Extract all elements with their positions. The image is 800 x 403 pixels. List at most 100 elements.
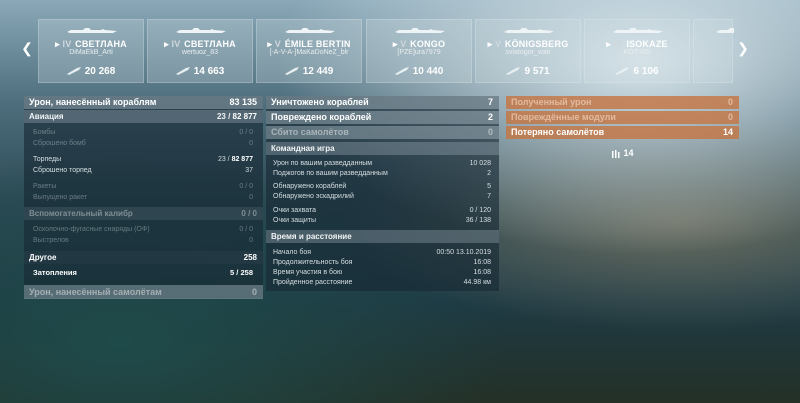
ship-card[interactable]: ▸ V KÖNIGSBERG sviatogor_voin 9 571 <box>475 19 581 83</box>
ship-damage-value: 10 440 <box>412 66 444 77</box>
squadron-badge: 14 <box>611 147 634 159</box>
scout-damage-label: Урон по вашим разведданным <box>273 160 373 167</box>
ship-class-icon: ▸ <box>606 39 611 49</box>
distance-row: Пройденное расстояние 44.98 км <box>268 277 497 288</box>
ship-name: KONGO <box>410 39 446 49</box>
other-value: 258 <box>243 253 257 262</box>
damaged-row: Повреждено кораблей 2 <box>266 111 499 124</box>
ship-damage: 6 106 <box>585 66 689 77</box>
ship-tier: IV <box>171 39 181 49</box>
destroyed-value: 7 <box>487 97 493 107</box>
ship-damage-value: 9 571 <box>524 66 550 77</box>
ship-card[interactable]: ▸ V ÉMILE BERTIN [-A-V-A-]MaKaDoNeZ_blr 12… <box>256 19 362 83</box>
planes-lost-value: 14 <box>722 127 733 137</box>
damaged-modules-label: Повреждённые модули <box>511 112 616 122</box>
squadron-icon <box>612 149 620 158</box>
rockets-value: 0 / 0 <box>239 183 253 190</box>
torpedoes-value: 23 / 82 877 <box>217 156 253 163</box>
carousel-next-button[interactable]: ❯ <box>734 40 752 58</box>
damage-icon <box>66 67 81 76</box>
player-name: sviatogor_voin <box>505 49 551 56</box>
planes-damage-value: 0 <box>251 287 257 297</box>
planes-shot-value: 0 <box>487 127 493 137</box>
ship-name: ÉMILE BERTIN <box>284 39 351 49</box>
he-shells-row: Осколочно-фугасные снаряды (ОФ) 0 / 0 <box>28 224 259 235</box>
secondary-row: Вспомогательный калибр 0 / 0 <box>24 207 263 220</box>
carousel-prev-button[interactable]: ❮ <box>18 40 36 58</box>
flooding-label: Затопления <box>33 268 77 277</box>
distance-value: 44.98 км <box>463 279 491 286</box>
ship-card[interactable]: ▸ IV СВЕТЛАНА DiMaEkB_Arti 20 268 <box>38 19 144 83</box>
bombs-dropped-label: Сброшено бомб <box>33 140 86 147</box>
ship-damage: 14 663 <box>148 66 252 77</box>
planes-lost-row: Потеряно самолётов 14 <box>506 126 739 139</box>
ships-spotted-label: Обнаружено кораблей <box>273 183 347 190</box>
damage-icon <box>394 67 409 76</box>
player-name: KOT-RD <box>623 49 651 56</box>
other-row: Другое 258 <box>24 251 263 264</box>
ship-class-icon: ▸ <box>267 39 273 49</box>
destroyed-row: Уничтожено кораблей 7 <box>266 96 499 109</box>
damaged-modules-value: 0 <box>727 112 733 122</box>
chevron-right-icon: ❯ <box>737 40 749 56</box>
planes-damage-header: Урон, нанесённый самолётам 0 <box>24 285 263 299</box>
rockets-row: Ракеты 0 / 0 <box>28 181 259 192</box>
bombs-value: 0 / 0 <box>239 129 253 136</box>
ship-damage-value: 12 449 <box>302 66 334 77</box>
player-name: [PZE]ura7979 <box>397 49 441 56</box>
ship-tier: V <box>400 39 407 49</box>
time-distance-label: Время и расстояние <box>271 232 352 241</box>
destroyed-label: Уничтожено кораблей <box>271 97 369 107</box>
bombs-dropped-row: Сброшено бомб 0 <box>28 138 259 149</box>
ship-silhouette-icon <box>285 28 335 33</box>
scout-fires-row: Поджогов по вашим разведданным 2 <box>268 168 497 179</box>
torpedoes-dropped-row: Сброшено торпед 37 <box>28 165 259 176</box>
torpedoes-label: Торпеды <box>33 156 62 163</box>
ship-silhouette-icon <box>716 28 734 33</box>
he-shells-value: 0 / 0 <box>239 226 253 233</box>
bombs-dropped-value: 0 <box>249 140 253 147</box>
ship-class-icon: ▸ <box>55 39 60 49</box>
ship-tier: V <box>495 39 502 49</box>
scout-fires-label: Поджогов по вашим разведданным <box>273 170 388 177</box>
player-name: DiMaEkB_Arti <box>69 49 113 56</box>
ship-card-partial[interactable] <box>693 19 734 83</box>
chevron-left-icon: ❮ <box>21 40 33 56</box>
ship-tier: V <box>274 39 281 49</box>
damaged-value: 2 <box>487 112 493 122</box>
ship-silhouette-icon <box>613 28 663 33</box>
ship-silhouette-icon <box>176 28 226 33</box>
team-play-header: Командная игра <box>266 142 499 155</box>
ship-card[interactable]: ▸ IV СВЕТЛАНА wertuoz_83 14 663 <box>147 19 253 83</box>
ship-name: СВЕТЛАНА <box>184 39 236 49</box>
aviation-value: 23 / 82 877 <box>216 112 257 121</box>
torpedoes-row: Торпеды 23 / 82 877 <box>28 154 259 165</box>
ship-damage-value: 20 268 <box>84 66 116 77</box>
defense-points-row: Очки защиты 36 / 138 <box>268 215 497 226</box>
ship-silhouette-icon <box>395 28 445 33</box>
ship-card[interactable]: ▸ IV ISOKAZE KOT-RD 6 106 <box>584 19 690 83</box>
shots-value: 0 <box>249 237 253 244</box>
ship-damage: 10 440 <box>367 66 471 77</box>
received-damage-value: 0 <box>727 97 733 107</box>
ship-class-icon: ▸ <box>487 39 493 49</box>
team-play-label: Командная игра <box>271 144 335 153</box>
squadrons-spotted-label: Обнаружено эскадрилий <box>273 193 354 200</box>
rockets-fired-row: Выпущено ракет 0 <box>28 192 259 203</box>
ship-card[interactable]: ▸ V KONGO [PZE]ura7979 10 440 <box>366 19 472 83</box>
ship-name: СВЕТЛАНА <box>75 39 127 49</box>
damaged-label: Повреждено кораблей <box>271 112 372 122</box>
planes-damage-label: Урон, нанесённый самолётам <box>29 287 162 297</box>
ship-silhouette-icon <box>504 28 554 33</box>
ships-damage-label: Урон, нанесённый кораблям <box>29 97 157 107</box>
ship-damage-value: 14 663 <box>193 66 225 77</box>
aviation-label: Авиация <box>29 112 64 121</box>
damage-icon <box>506 67 521 76</box>
battle-start-label: Начало боя <box>273 249 312 256</box>
shots-label: Выстрелов <box>33 237 69 244</box>
secondary-value: 0 / 0 <box>241 209 257 218</box>
he-shells-label: Осколочно-фугасные снаряды (ОФ) <box>33 226 150 233</box>
ship-name: ISOKAZE <box>626 39 668 49</box>
ships-damage-value: 83 135 <box>229 97 257 107</box>
squadrons-spotted-row: Обнаружено эскадрилий 7 <box>268 191 497 202</box>
